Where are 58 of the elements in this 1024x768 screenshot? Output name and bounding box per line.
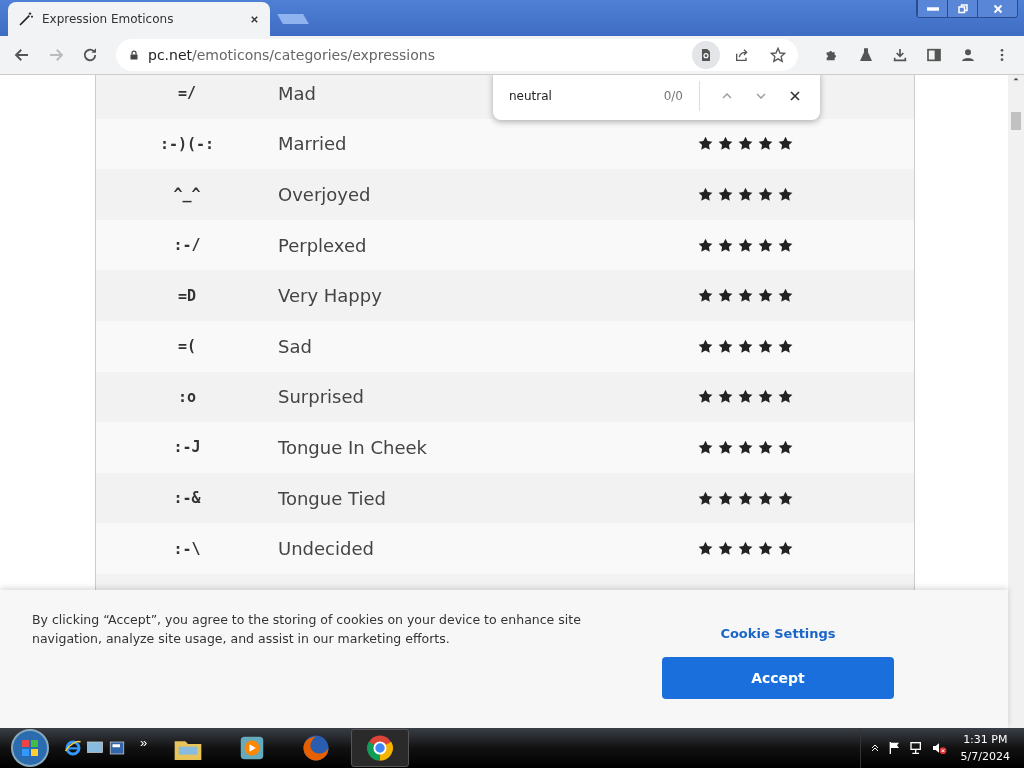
chrome-button[interactable] bbox=[351, 729, 410, 767]
person-icon bbox=[960, 47, 976, 63]
match-count: 0/0 bbox=[663, 89, 683, 103]
back-arrow-icon bbox=[13, 46, 31, 64]
emoticon-cell-text: :-\ bbox=[172, 539, 202, 558]
emoticon-cell-text: :-)(-: bbox=[158, 134, 216, 153]
emoticon-cell-text: =( bbox=[176, 337, 198, 356]
name-cell: Surprised bbox=[278, 386, 364, 408]
restore-button[interactable] bbox=[947, 0, 977, 17]
close-button[interactable] bbox=[977, 0, 1017, 17]
cookie-settings-link[interactable]: Cookie Settings bbox=[720, 626, 836, 641]
reload-icon bbox=[81, 46, 99, 64]
flask-icon bbox=[858, 47, 874, 63]
emoticon-cell-text: =/ bbox=[176, 84, 198, 103]
windows-orb-icon bbox=[10, 728, 50, 768]
side-panel-icon bbox=[926, 47, 942, 63]
cookie-notice-text: By clicking “Accept”, you agree to the storing of cookies on your device to enhance site navigation, analyze site usage, and assist in our marketing efforts. bbox=[32, 611, 582, 648]
scroll-thumb[interactable] bbox=[1011, 112, 1021, 130]
share-icon bbox=[734, 47, 750, 63]
clock-time: 1:31 PM bbox=[963, 732, 1008, 748]
name-cell: Tongue In Cheek bbox=[278, 436, 427, 458]
star-outline-icon bbox=[770, 47, 786, 63]
tab-title: Expression Emoticons bbox=[42, 12, 175, 26]
url-text: pc.net/emoticons/categories/expressions bbox=[148, 47, 436, 63]
name-cell: Very Happy bbox=[278, 285, 382, 307]
emoticon-cell-text: ^_^ bbox=[172, 185, 202, 204]
emoticon-cell-text: =D bbox=[176, 286, 198, 305]
find-input[interactable]: neutral bbox=[509, 89, 656, 103]
name-cell: Tongue Tied bbox=[278, 487, 386, 509]
forward-arrow-icon bbox=[47, 46, 65, 64]
close-icon bbox=[991, 2, 1004, 15]
address-bar[interactable]: pc.net/emoticons/categories/expressions bbox=[116, 39, 798, 71]
name-cell: Married bbox=[278, 133, 347, 155]
name-cell: Undecided bbox=[278, 538, 374, 560]
browser-tab[interactable]: Expression Emoticons bbox=[8, 2, 270, 36]
emoticon-cell-text: :-/ bbox=[172, 236, 202, 255]
lock-icon bbox=[128, 49, 140, 61]
start-button[interactable] bbox=[10, 728, 50, 768]
accept-button[interactable]: Accept bbox=[662, 657, 894, 699]
name-cell: Overjoyed bbox=[278, 184, 371, 205]
clock-date: 5/7/2024 bbox=[960, 749, 1010, 765]
restore-icon bbox=[956, 2, 969, 15]
scrollbar[interactable] bbox=[1008, 75, 1024, 728]
minimize-button[interactable] bbox=[917, 0, 947, 17]
emoticon-cell-text: :o bbox=[176, 387, 198, 406]
emoticon-cell-text: :-& bbox=[172, 489, 202, 508]
window-switch-icon bbox=[108, 739, 126, 757]
minimize-icon bbox=[926, 6, 939, 11]
name-cell: Sad bbox=[278, 335, 312, 357]
chrome-icon bbox=[365, 733, 396, 763]
emoticon-cell-text: :-J bbox=[172, 438, 202, 457]
name-cell: Perplexed bbox=[278, 234, 367, 256]
magic-wand-icon bbox=[18, 11, 34, 27]
overflow-button[interactable]: » bbox=[140, 734, 148, 750]
name-cell: Mad bbox=[278, 82, 316, 104]
browser-e-icon bbox=[64, 739, 82, 757]
find-page-button[interactable] bbox=[692, 41, 720, 69]
download-icon bbox=[892, 47, 908, 63]
